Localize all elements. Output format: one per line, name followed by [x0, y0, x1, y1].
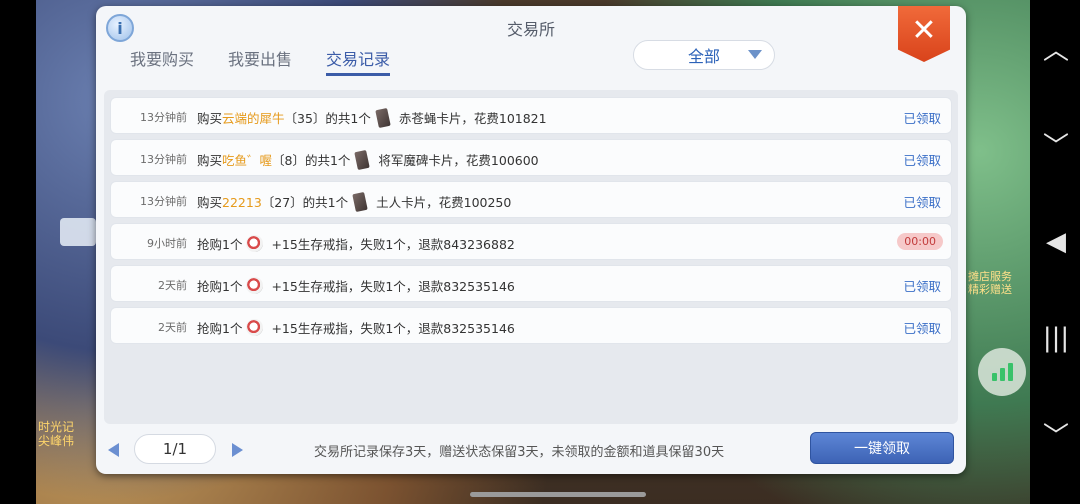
record-text: 购买云端的犀牛〔35〕的共1个 赤苍蝇卡片，花费101821	[197, 107, 547, 129]
record-text: 购买22213〔27〕的共1个 土人卡片，花费100250	[197, 191, 512, 213]
seller-name: 云端的犀牛	[222, 111, 285, 126]
next-page-icon[interactable]	[232, 443, 243, 457]
status-label: 已领取	[903, 111, 941, 126]
prev-page-icon[interactable]	[108, 443, 119, 457]
record-suffix: 〔35〕的共1个	[284, 111, 371, 126]
record-time: 13分钟前	[140, 111, 187, 124]
dialog-title: 交易所	[506, 20, 555, 39]
game-overlay-left: 时光记 尖峰伟	[38, 420, 74, 448]
record-text: 抢购1个 +15生存戒指，失败1个，退款843236882	[197, 234, 515, 253]
tab-buy[interactable]: 我要购买	[130, 44, 194, 76]
record-suffix: 〔27〕的共1个	[261, 195, 349, 210]
record-prefix: 购买	[197, 153, 223, 168]
close-icon[interactable]: ✕	[898, 6, 950, 62]
record-row: 9小时前 抢购1个 +15生存戒指，失败1个，退款843236882 00:00	[110, 223, 952, 260]
record-item: 赤苍蝇卡片，花费101821	[398, 111, 547, 126]
record-row: 13分钟前 购买22213〔27〕的共1个 土人卡片，花费100250 已领取	[110, 181, 952, 218]
game-text-3: 摊店服务	[968, 270, 1012, 283]
recent-apps-icon[interactable]: |||	[1036, 318, 1076, 358]
claim-all-button[interactable]: 一键领取	[810, 432, 954, 464]
ring-icon	[246, 319, 264, 336]
collapse-icon[interactable]: ﹀	[1036, 414, 1076, 454]
filter-value: 全部	[687, 47, 720, 66]
tab-records[interactable]: 交易记录	[326, 44, 391, 76]
record-prefix: 抢购1个	[197, 321, 243, 336]
record-item: 将军魔碑卡片，花费100600	[378, 153, 539, 168]
trade-dialog: i 交易所 ✕ 我要购买 我要出售 交易记录 全部 13分钟前 购买云端的犀牛〔…	[96, 6, 966, 474]
record-time: 2天前	[158, 279, 187, 292]
card-icon	[352, 191, 368, 213]
status-label: 已领取	[903, 195, 941, 210]
record-item: +15生存戒指，失败1个，退款832535146	[271, 279, 515, 294]
ring-icon	[246, 235, 264, 252]
record-suffix: 〔8〕的共1个	[272, 153, 351, 168]
signal-icon	[991, 363, 1013, 381]
record-time: 9小时前	[147, 237, 187, 250]
tab-sell[interactable]: 我要出售	[228, 44, 292, 76]
retention-notice: 交易所记录保存3天，赠送状态保留3天，未领取的金额和道具保留30天	[314, 445, 725, 460]
chevron-up-icon[interactable]: ︿	[1036, 28, 1076, 68]
record-prefix: 抢购1个	[197, 279, 243, 294]
seller-name: 22213	[222, 195, 262, 210]
record-item: +15生存戒指，失败1个，退款832535146	[271, 321, 515, 336]
tab-bar: 我要购买 我要出售 交易记录	[130, 44, 391, 76]
record-row: 13分钟前 购买吃鱼゛喔〔8〕的共1个 将军魔碑卡片，花费100600 已领取	[110, 139, 952, 176]
footer-bar: 1/1 交易所记录保存3天，赠送状态保留3天，未领取的金额和道具保留30天 一键…	[96, 424, 966, 474]
record-row: 2天前 抢购1个 +15生存戒指，失败1个，退款832535146 已领取	[110, 265, 952, 302]
seller-name: 吃鱼゛喔	[222, 153, 273, 168]
status-label: 已领取	[903, 321, 941, 336]
record-prefix: 购买	[197, 195, 223, 210]
caret-down-icon	[748, 50, 762, 59]
card-icon	[375, 107, 391, 129]
card-icon	[354, 149, 371, 171]
record-item: 土人卡片，花费100250	[376, 195, 512, 210]
record-text: 抢购1个 +15生存戒指，失败1个，退款832535146	[197, 318, 515, 337]
back-arrow-icon[interactable]: ◀	[1036, 222, 1076, 262]
signal-button[interactable]	[978, 348, 1026, 396]
record-item: +15生存戒指，失败1个，退款843236882	[271, 237, 515, 252]
record-text: 抢购1个 +15生存戒指，失败1个，退款832535146	[197, 276, 515, 295]
ring-icon	[246, 277, 264, 294]
record-prefix: 抢购1个	[197, 237, 243, 252]
countdown-badge: 00:00	[897, 233, 943, 250]
game-overlay-right: 摊店服务 精彩赠送	[968, 270, 1012, 296]
status-label: 已领取	[903, 153, 941, 168]
status-label: 已领取	[903, 279, 941, 294]
record-time: 2天前	[158, 321, 187, 334]
record-prefix: 购买	[197, 111, 223, 126]
record-time: 13分钟前	[140, 195, 187, 208]
page-indicator: 1/1	[134, 434, 216, 464]
side-tag-icon[interactable]	[60, 218, 96, 246]
record-row: 2天前 抢购1个 +15生存戒指，失败1个，退款832535146 已领取	[110, 307, 952, 344]
record-time: 13分钟前	[140, 153, 187, 166]
game-text-4: 精彩赠送	[968, 283, 1012, 296]
game-text-1: 时光记	[38, 420, 75, 434]
chevron-down-icon[interactable]: ﹀	[1036, 124, 1076, 164]
record-row: 13分钟前 购买云端的犀牛〔35〕的共1个 赤苍蝇卡片，花费101821 已领取	[110, 97, 952, 134]
left-black-bar	[0, 0, 36, 504]
home-indicator[interactable]	[470, 492, 646, 497]
game-text-2: 尖峰伟	[38, 434, 75, 448]
record-text: 购买吃鱼゛喔〔8〕的共1个 将军魔碑卡片，花费100600	[197, 149, 539, 171]
filter-dropdown[interactable]: 全部	[633, 40, 775, 70]
records-list: 13分钟前 购买云端的犀牛〔35〕的共1个 赤苍蝇卡片，花费101821 已领取…	[104, 90, 958, 424]
